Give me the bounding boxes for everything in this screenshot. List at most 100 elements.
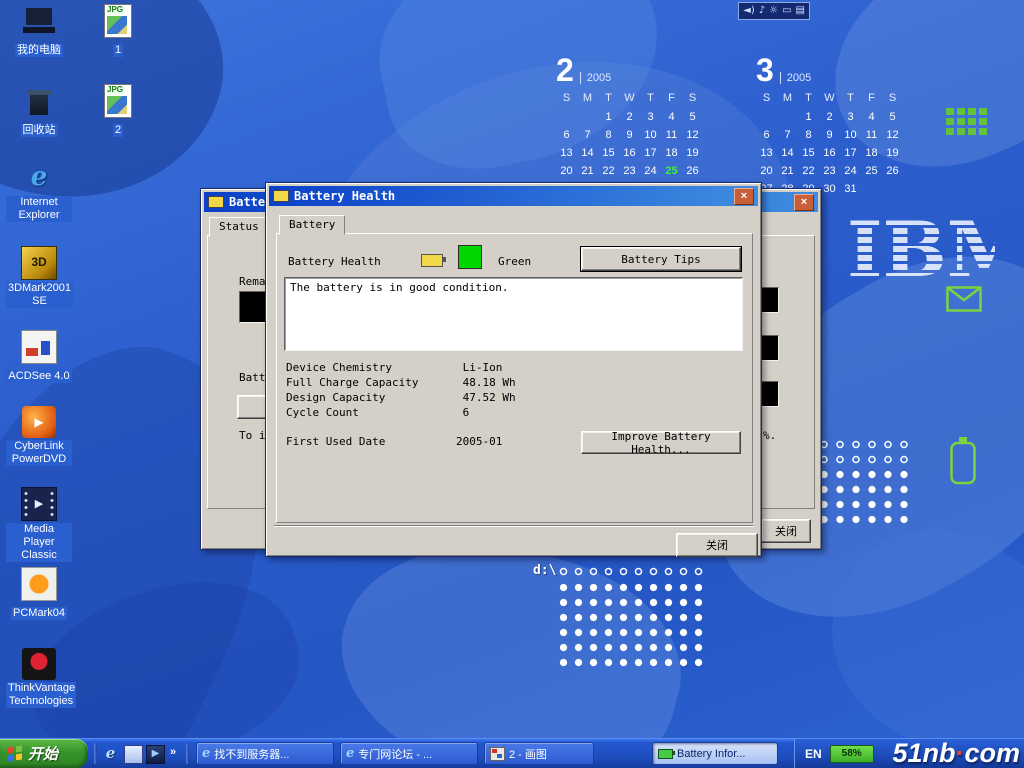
calendar-month-number: 3 <box>756 56 774 84</box>
desktop-icon-label: 回收站 <box>21 124 58 137</box>
calendar-date: 23 <box>819 165 840 179</box>
taskbar-task-paint[interactable]: 2 - 画图 <box>484 742 594 765</box>
close-button[interactable]: 关闭 <box>676 533 758 557</box>
first-used-value: 2005-01 <box>456 435 502 448</box>
pcmark04-icon <box>21 567 57 601</box>
calendar-date: 16 <box>619 147 640 161</box>
calendar-date: 12 <box>682 129 703 143</box>
calendar-date: 5 <box>682 111 703 125</box>
calendar-year: 2005 <box>780 72 811 84</box>
improve-battery-health-button[interactable]: Improve Battery Health... <box>581 431 741 454</box>
close-icon[interactable]: × <box>794 194 814 211</box>
taskbar-task-battery-information[interactable]: Battery Infor... <box>652 742 778 765</box>
calendar-date <box>756 106 777 120</box>
internet-explorer-icon[interactable]: e <box>102 745 119 762</box>
close-button[interactable]: 关闭 <box>761 519 811 543</box>
calendar-date: 24 <box>640 165 661 179</box>
calendar-date: 22 <box>798 165 819 179</box>
keyboard-icon[interactable]: ▤ <box>796 4 805 18</box>
percent-label: %. <box>763 429 776 442</box>
acdsee-icon <box>21 330 57 364</box>
condition-text-area: The battery is in good condition. <box>284 277 743 351</box>
windows-flag-icon <box>8 746 14 753</box>
calendar-date: 23 <box>619 165 640 179</box>
internet-explorer-icon: e <box>22 162 56 194</box>
speaker-icon[interactable]: ◄) <box>743 4 755 18</box>
paint-icon <box>490 747 505 761</box>
calendar-day-header: M <box>777 92 798 106</box>
dialog-title: Battery Health <box>294 189 395 203</box>
calendar-date: 25 <box>861 165 882 179</box>
battery-health-dialog: Battery Health × Battery Battery Health … <box>265 182 762 557</box>
jpg-badge: JPG <box>106 6 124 14</box>
health-status-swatch <box>458 245 482 269</box>
wallpaper-leaf <box>795 494 1024 768</box>
calendar-day-header: F <box>861 92 882 106</box>
calendar-date: 9 <box>619 129 640 143</box>
desktop-file-jpg-2[interactable]: JPG 2 <box>92 84 144 138</box>
calendar-date: 13 <box>756 147 777 161</box>
volume-icon[interactable]: ♪ <box>759 4 765 18</box>
media-player-classic-icon: ▶ <box>21 487 57 521</box>
51nb-watermark: 51nb·com <box>892 738 1020 768</box>
calendar-date: 13 <box>556 147 577 161</box>
taskbar-task-forum[interactable]: e 专门网论坛 - ... <box>340 742 478 765</box>
desktop-icon-label: 2 <box>113 124 123 137</box>
language-indicator[interactable]: EN <box>805 747 822 761</box>
desktop-icon-label: CyberLink PowerDVD <box>6 440 72 466</box>
start-label: 开始 <box>28 743 58 764</box>
desktop-icon-media-player-classic[interactable]: ▶ Media Player Classic <box>6 487 72 563</box>
desktop-icon-label: 我的电脑 <box>15 44 63 57</box>
desktop-icon-powerdvd[interactable]: ▶ CyberLink PowerDVD <box>6 406 72 467</box>
tab-status[interactable]: Status <box>209 217 269 237</box>
spec-value: 47.52 Wh <box>463 391 516 404</box>
wallpaper-calendar-february: 2 2005 SMTWTFS 1234567891011121314151617… <box>556 54 706 197</box>
calendar-day-header: S <box>756 92 777 106</box>
calendar-date: 22 <box>598 165 619 179</box>
start-button[interactable]: 开始 <box>0 739 88 768</box>
desktop-icon-label: Internet Explorer <box>6 196 72 222</box>
calendar-date: 6 <box>756 129 777 143</box>
calendar-date: 8 <box>798 129 819 143</box>
taskbar-task-server-not-found[interactable]: e 找不到服务器... <box>196 742 334 765</box>
desktop-icon-internet-explorer[interactable]: e Internet Explorer <box>6 162 72 223</box>
calendar-date: 21 <box>777 165 798 179</box>
calendar-day-header: M <box>577 92 598 106</box>
ibm-logo: IBM <box>845 196 995 296</box>
desktop-icon-my-computer[interactable]: 我的电脑 <box>6 6 72 58</box>
battery-tips-button[interactable]: Battery Tips <box>581 247 741 271</box>
calendar-date: 11 <box>861 129 882 143</box>
spec-label: Full Charge Capacity <box>286 376 456 389</box>
close-icon[interactable]: × <box>734 188 754 205</box>
display-icon[interactable]: ▭ <box>782 4 791 18</box>
calendar-day-header: W <box>619 92 640 106</box>
quick-launch-overflow-chevron[interactable]: » <box>170 746 176 758</box>
calendar-date: 14 <box>577 147 598 161</box>
battery-percent-badge[interactable]: 58% <box>830 745 874 763</box>
desktop-file-jpg-1[interactable]: JPG 1 <box>92 4 144 58</box>
health-status-text: Green <box>498 255 531 268</box>
desktop-icon-thinkvantage[interactable]: ThinkVantage Technologies <box>6 648 72 709</box>
grid-icon <box>946 108 954 115</box>
calendar-date: 20 <box>556 165 577 179</box>
desktop-icon-3dmark2001[interactable]: 3D 3DMark2001 SE <box>6 246 72 309</box>
calendar-date: 24 <box>840 165 861 179</box>
desktop-icon-pcmark04[interactable]: PCMark04 <box>6 567 72 621</box>
note-label: To i <box>239 429 266 442</box>
desktop-icon-acdsee[interactable]: ACDSee 4.0 <box>6 330 72 384</box>
media-player-icon[interactable]: ▶ <box>146 745 165 764</box>
battery-icon <box>421 254 443 267</box>
wallpaper-calendar-march: 3 2005 SMTWTFS 1234567891011121314151617… <box>756 54 906 197</box>
task-label: 2 - 画图 <box>509 746 547 762</box>
calendar-date: 9 <box>819 129 840 143</box>
desktop-icon-recycle-bin[interactable]: 回收站 <box>6 86 72 138</box>
battery-spec-list: Device Chemistry Li-Ion Full Charge Capa… <box>286 361 516 421</box>
spec-value: 6 <box>463 406 470 419</box>
show-desktop-icon[interactable] <box>124 745 143 764</box>
battery-health-titlebar[interactable]: Battery Health × <box>269 186 758 206</box>
calendar-date <box>777 106 798 120</box>
tab-battery[interactable]: Battery <box>279 215 345 235</box>
brightness-icon[interactable]: ☼ <box>769 4 778 18</box>
calendar-date: 7 <box>577 129 598 143</box>
calendar-date: 7 <box>777 129 798 143</box>
